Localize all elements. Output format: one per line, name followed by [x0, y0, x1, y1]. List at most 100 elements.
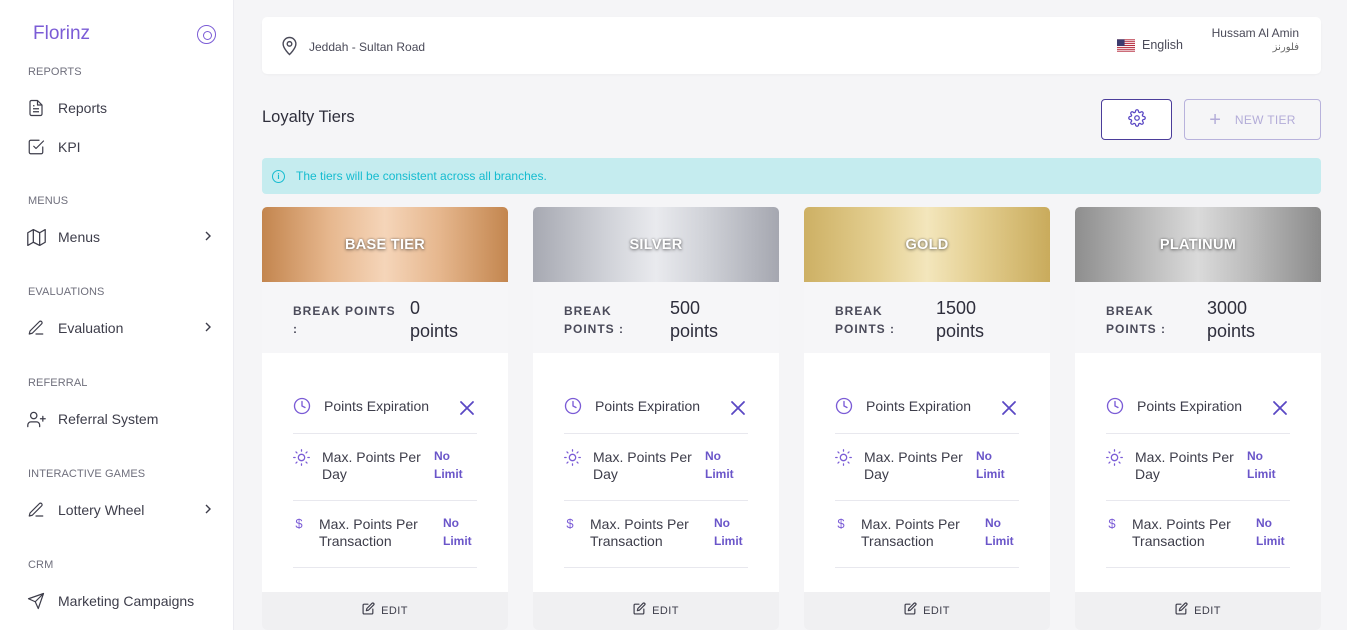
- points-expiration-row: Points Expiration: [564, 371, 748, 434]
- max-points-per-transaction-value: No Limit: [985, 516, 1014, 548]
- edit-button[interactable]: EDIT: [1075, 592, 1321, 630]
- sidebar-item-lottery[interactable]: Lottery Wheel: [26, 499, 221, 521]
- break-points-label: BREAK POINTS :: [835, 304, 896, 336]
- tier-card-base-tier: BASE TIER BREAK POINTS: 0 points Points E…: [262, 207, 508, 630]
- tier-header: SILVER: [533, 207, 779, 282]
- branch-location[interactable]: Jeddah - Sultan Road: [309, 40, 425, 54]
- tier-name: SILVER: [629, 236, 683, 253]
- tier-card-platinum: PLATINUM BREAK POINTS : 3000 points Points…: [1075, 207, 1321, 630]
- clock-icon: [293, 397, 311, 415]
- max-points-per-day-row: Max. Points Per Day No Limit: [564, 434, 748, 501]
- location-pin-icon: [281, 36, 298, 61]
- break-points: BREAK POINTS: 0 points: [262, 282, 508, 353]
- sidebar-item-label: Lottery Wheel: [58, 502, 145, 518]
- pencil-icon: [26, 318, 46, 338]
- close-icon[interactable]: [457, 398, 477, 418]
- info-icon: i: [272, 169, 285, 183]
- sidebar-item-label: KPI: [58, 139, 81, 155]
- close-icon[interactable]: [728, 398, 748, 418]
- pencil-icon: [26, 500, 46, 520]
- sidebar-item-kpi[interactable]: KPI: [26, 136, 221, 158]
- brand-logo[interactable]: Florinz: [33, 23, 90, 45]
- info-alert: i The tiers will be consistent across al…: [262, 158, 1321, 194]
- sidebar-item-evaluation[interactable]: Evaluation: [26, 317, 221, 339]
- max-points-per-day-value: No Limit: [1247, 449, 1276, 481]
- close-icon[interactable]: [999, 398, 1019, 418]
- sun-icon: [564, 449, 581, 466]
- sun-icon: [835, 449, 852, 466]
- points-expiration-row: Points Expiration: [1106, 371, 1290, 434]
- tier-name: BASE TIER: [344, 236, 426, 253]
- points-expiration-row: Points Expiration: [293, 371, 477, 434]
- max-points-per-transaction-value: No Limit: [1256, 516, 1285, 548]
- dollar-icon: $: [566, 516, 574, 531]
- max-points-per-day-label: Max. Points Per Day: [322, 449, 421, 482]
- close-icon[interactable]: [1270, 398, 1290, 418]
- check-square-icon: [26, 137, 46, 157]
- edit-icon: [1175, 602, 1188, 620]
- dollar-icon: $: [837, 516, 845, 531]
- sidebar-toggle-icon[interactable]: [197, 25, 216, 44]
- edit-label: EDIT: [923, 605, 950, 617]
- sun-icon: [293, 449, 310, 466]
- points-expiration-label: Points Expiration: [866, 398, 972, 414]
- points-expiration-row: Points Expiration: [835, 371, 1019, 434]
- break-points-label: BREAK POINTS:: [293, 304, 396, 336]
- max-points-per-day-label: Max. Points Per Day: [864, 449, 963, 482]
- sidebar-item-label: Menus: [58, 229, 101, 245]
- points-expiration-label: Points Expiration: [595, 398, 701, 414]
- tier-header: GOLD: [804, 207, 1050, 282]
- max-points-per-transaction-row: $ Max. Points Per Transaction No Limit: [1106, 501, 1290, 568]
- dollar-icon: $: [295, 516, 303, 531]
- alert-message: The tiers will be consistent across all …: [296, 169, 547, 183]
- tier-name: GOLD: [905, 236, 949, 253]
- send-icon: [26, 591, 46, 611]
- break-points-value: 1500 points: [936, 298, 985, 341]
- sidebar-item-label: Reports: [58, 100, 108, 116]
- sidebar-item-referral[interactable]: Referral System: [26, 408, 221, 430]
- points-expiration-label: Points Expiration: [1137, 398, 1243, 414]
- clock-icon: [564, 397, 582, 415]
- sidebar-item-reports[interactable]: Reports: [26, 97, 221, 119]
- max-points-per-transaction-label: Max. Points Per Transaction: [1132, 516, 1231, 549]
- document-icon: [26, 98, 46, 118]
- edit-button[interactable]: EDIT: [804, 592, 1050, 630]
- edit-label: EDIT: [381, 605, 408, 617]
- map-icon: [26, 227, 46, 247]
- tier-header: BASE TIER: [262, 207, 508, 282]
- tier-card-gold: GOLD BREAK POINTS : 1500 points Points Exp…: [804, 207, 1050, 630]
- tier-rules: Points Expiration Max. Points Per Day No L…: [564, 371, 748, 568]
- tier-rules: Points Expiration Max. Points Per Day No L…: [835, 371, 1019, 568]
- chevron-right-icon: [201, 502, 215, 516]
- gear-icon: [1127, 109, 1146, 130]
- edit-icon: [904, 602, 917, 620]
- section-label-evaluations: EVALUATIONS: [28, 286, 105, 298]
- edit-button[interactable]: EDIT: [533, 592, 779, 630]
- sun-icon: [1106, 449, 1123, 466]
- chevron-right-icon: [201, 229, 215, 243]
- break-points: BREAK POINTS : 1500 points: [804, 282, 1050, 353]
- user-organization: فلورنز: [1272, 42, 1299, 53]
- max-points-per-day-row: Max. Points Per Day No Limit: [1106, 434, 1290, 501]
- page-title: Loyalty Tiers: [262, 108, 355, 126]
- settings-button[interactable]: [1101, 99, 1172, 140]
- chevron-right-icon: [201, 320, 215, 334]
- max-points-per-day-value: No Limit: [434, 449, 463, 481]
- tier-rules: Points Expiration Max. Points Per Day No L…: [1106, 371, 1290, 568]
- max-points-per-day-label: Max. Points Per Day: [593, 449, 692, 482]
- sidebar-item-menus[interactable]: Menus: [26, 226, 221, 248]
- section-label-referral: REFERRAL: [28, 377, 88, 389]
- user-plus-icon: [26, 409, 46, 429]
- max-points-per-transaction-label: Max. Points Per Transaction: [319, 516, 418, 549]
- sidebar-item-marketing[interactable]: Marketing Campaigns: [26, 590, 221, 612]
- break-points: BREAK POINTS : 500 points: [533, 282, 779, 353]
- max-points-per-transaction-label: Max. Points Per Transaction: [861, 516, 960, 549]
- edit-button[interactable]: EDIT: [262, 592, 508, 630]
- language-selector[interactable]: English: [1117, 38, 1183, 52]
- edit-icon: [362, 602, 375, 620]
- max-points-per-transaction-label: Max. Points Per Transaction: [590, 516, 689, 549]
- new-tier-button[interactable]: + NEW TIER: [1184, 99, 1321, 140]
- break-points-label: BREAK POINTS :: [1106, 304, 1167, 336]
- max-points-per-transaction-row: $ Max. Points Per Transaction No Limit: [835, 501, 1019, 568]
- user-name[interactable]: Hussam Al Amin: [1212, 26, 1299, 40]
